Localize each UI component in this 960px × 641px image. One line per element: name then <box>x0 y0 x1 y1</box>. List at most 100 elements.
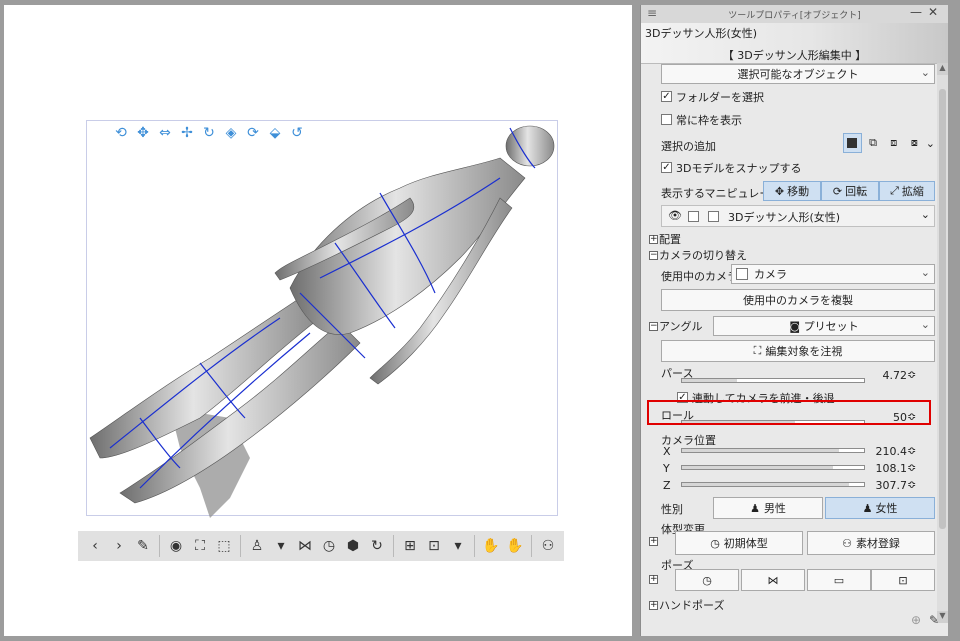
chevron-down-icon: ⌄ <box>920 266 930 279</box>
object-lock-checkbox[interactable] <box>688 211 699 222</box>
object-visible-checkbox[interactable] <box>708 211 719 222</box>
z-slider[interactable] <box>681 482 865 487</box>
separator <box>474 535 475 557</box>
camera-switch-label: カメラの切り替え <box>659 249 747 262</box>
chevron-down-icon: ⌄ <box>920 66 930 79</box>
initial-body-label: 初期体型 <box>723 537 768 550</box>
male-button[interactable]: ♟ 男性 <box>713 497 823 519</box>
y-slider[interactable] <box>681 465 865 470</box>
spinner-icon[interactable]: ≎ <box>907 461 916 474</box>
focus-target-label: 編集対象を注視 <box>765 345 843 358</box>
camera-icon: ◙ <box>789 319 804 333</box>
separator <box>531 535 532 557</box>
focus-icon: ⛶ <box>753 344 762 357</box>
pose-fix-icon[interactable]: ⬢ <box>342 535 364 557</box>
register-icon[interactable]: ⊞ <box>399 535 421 557</box>
rotate-icon: ⟳ <box>832 184 843 198</box>
object-list-row[interactable]: 👁 3Dデッサン人形(女性) ⌄ <box>661 205 935 227</box>
chevron-down-icon[interactable]: ▾ <box>447 535 469 557</box>
eye-icon[interactable]: 👁 <box>668 209 682 222</box>
wrench-icon[interactable]: ✎ <box>929 613 939 627</box>
panel-scrollbar[interactable]: ▲ ▼ <box>937 63 948 623</box>
wrench-icon[interactable]: ✎ <box>132 535 154 557</box>
placement-expander[interactable]: + <box>649 235 658 244</box>
z-value: 307.7 <box>875 479 908 492</box>
body-icon: ⊡ <box>898 573 908 587</box>
perspective-slider[interactable] <box>681 378 865 383</box>
initial-body-button[interactable]: ◷ 初期体型 <box>675 531 803 555</box>
body-change-expander[interactable]: + <box>649 537 658 546</box>
header-label: 3Dデッサン人形(女性) <box>645 27 758 40</box>
manip-rotate-toggle[interactable]: ⟳ 回転 <box>821 181 879 201</box>
x-fill <box>682 449 839 452</box>
female-button[interactable]: ♟ 女性 <box>825 497 935 519</box>
spinner-icon[interactable]: ≎ <box>907 444 916 457</box>
male-label: 男性 <box>763 502 786 515</box>
pose-reset-button[interactable]: ◷ <box>675 569 739 591</box>
pose-copy-button[interactable]: ▭ <box>807 569 871 591</box>
refresh-icon[interactable]: ↻ <box>366 535 388 557</box>
next-icon[interactable]: › <box>108 535 130 557</box>
body-shape-icon[interactable]: ⊡ <box>423 535 445 557</box>
clipboard-icon: ▭ <box>833 573 845 587</box>
spinner-icon[interactable]: ≎ <box>907 368 916 381</box>
add-selection-label: 選択の追加 <box>661 140 716 153</box>
active-camera-label: 使用中のカメラ <box>661 270 738 283</box>
scroll-thumb[interactable] <box>939 89 946 529</box>
intersect-selection-icon[interactable]: ⧇ <box>905 133 924 153</box>
snap-model-checkbox[interactable]: ✓ <box>661 162 672 173</box>
duplicate-camera-button[interactable]: 使用中のカメラを複製 <box>661 289 935 311</box>
angle-expander[interactable]: − <box>649 322 658 331</box>
object-launcher-bar: ‹ › ✎ ◉ ⛶ ⬚ ♙ ▾ ⋈ ◷ ⬢ ↻ ⊞ ⊡ ▾ ✋ ✋ ⚇ <box>78 531 564 561</box>
people-icon[interactable]: ⚇ <box>537 535 559 557</box>
pose-flip-button[interactable]: ⋈ <box>741 569 805 591</box>
perspective-fill <box>682 379 737 382</box>
female-icon: ♟ <box>862 501 873 515</box>
add-icon[interactable]: ⊕ <box>911 613 921 627</box>
scroll-up-icon[interactable]: ▲ <box>937 63 948 75</box>
select-folder-label: フォルダーを選択 <box>676 91 764 104</box>
active-camera-dropdown[interactable]: カメラ ⌄ <box>731 264 935 284</box>
hand-pose-label: ハンドポーズ <box>659 599 725 612</box>
focus-target-icon[interactable]: ⛶ <box>189 535 211 557</box>
reset-pose-icon[interactable]: ◷ <box>318 535 340 557</box>
menu-icon[interactable]: ≡ <box>647 6 657 20</box>
x-label: X <box>663 445 671 458</box>
selectable-object-dropdown[interactable]: 選択可能なオブジェクト ⌄ <box>661 64 935 84</box>
add-selection-icon[interactable]: ⧉ <box>864 133 883 153</box>
always-frame-checkbox[interactable] <box>661 114 672 125</box>
flip-pose-icon[interactable]: ⋈ <box>294 535 316 557</box>
z-label: Z <box>663 479 671 492</box>
chevron-down-icon[interactable]: ⌄ <box>921 208 930 221</box>
pose-preset-icon[interactable]: ♙ <box>246 535 268 557</box>
3d-figure-model[interactable] <box>80 118 580 538</box>
floor-snap-icon[interactable]: ⬚ <box>213 535 235 557</box>
manip-move-toggle[interactable]: ✥ 移動 <box>763 181 821 201</box>
camera-angle-icon[interactable]: ◉ <box>165 535 187 557</box>
chevron-down-icon[interactable]: ⌄ <box>926 133 935 153</box>
angle-preset-value: プリセット <box>803 320 859 333</box>
subtract-selection-icon[interactable]: ⧈ <box>884 133 903 153</box>
focus-target-button[interactable]: ⛶ 編集対象を注視 <box>661 340 935 362</box>
hand-right-icon: ✋ <box>506 538 524 554</box>
figure-head <box>505 125 555 167</box>
camera-name: カメラ <box>754 268 787 281</box>
select-folder-checkbox[interactable]: ✓ <box>661 91 672 102</box>
separator <box>393 535 394 557</box>
register-material-button[interactable]: ⚇ 素材登録 <box>807 531 935 555</box>
x-slider[interactable] <box>681 448 865 453</box>
manip-scale-toggle[interactable]: ⤢ 拡縮 <box>879 181 935 201</box>
manip-rotate-label: 回転 <box>845 185 868 198</box>
chevron-down-icon[interactable]: ▾ <box>270 535 292 557</box>
spinner-icon[interactable]: ≎ <box>907 478 916 491</box>
reset-icon: ◷ <box>710 536 720 550</box>
new-selection-icon[interactable] <box>843 133 862 153</box>
female-label: 女性 <box>875 502 898 515</box>
pose-expander[interactable]: + <box>649 575 658 584</box>
angle-preset-dropdown[interactable]: ◙ プリセット ⌄ <box>713 316 935 336</box>
camera-switch-expander[interactable]: − <box>649 251 658 260</box>
prev-icon[interactable]: ‹ <box>84 535 106 557</box>
window-controls[interactable]: —✕ <box>910 5 944 19</box>
pose-fix-button[interactable]: ⊡ <box>871 569 935 591</box>
hand-pose-expander[interactable]: + <box>649 601 658 610</box>
